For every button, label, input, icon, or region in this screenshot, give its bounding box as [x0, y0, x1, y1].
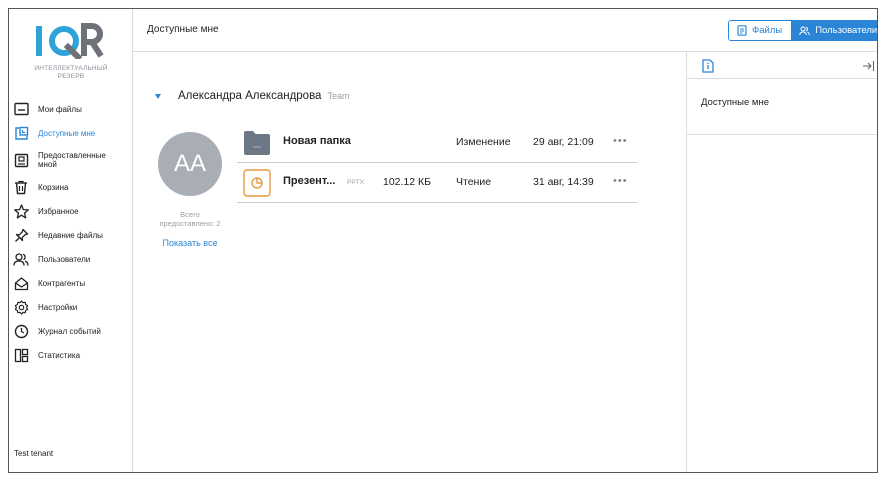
sidebar-item-label: Доступные мне — [38, 128, 96, 138]
sidebar-item-recent[interactable]: Недавние файлы — [9, 223, 133, 247]
sidebar-item-shared-by-me[interactable]: Предоставленные мной — [9, 145, 133, 175]
shared-count-line1: Всего — [180, 210, 200, 219]
main-content: Александра Александрова Team AA Всего пр… — [133, 52, 686, 472]
logo-subtitle-line1: ИНТЕЛЛЕКТУАЛЬНЫЙ — [34, 65, 108, 72]
sidebar-nav: Мои файлы Доступные мне Предоставленные … — [9, 97, 133, 367]
sidebar-item-label: Настройки — [38, 302, 78, 312]
sidebar: ИНТЕЛЛЕКТУАЛЬНЫЙ РЕЗЕРВ Мои файлы Доступ… — [9, 9, 133, 472]
shared-count-label: Всего предоставлено: 2 — [141, 210, 239, 228]
item-rights: Изменение — [456, 136, 511, 148]
sidebar-item-users[interactable]: Пользователи — [9, 247, 133, 271]
users-view-label: Пользователи — [815, 25, 878, 36]
item-date: 31 авг, 14:39 — [533, 176, 594, 188]
collapse-caret-icon[interactable] — [155, 93, 161, 99]
list-item[interactable]: Новая папка Изменение 29 авг, 21:09 ••• — [237, 123, 637, 163]
sidebar-item-my-files[interactable]: Мои файлы — [9, 97, 133, 121]
app-window: ИНТЕЛЛЕКТУАЛЬНЫЙ РЕЗЕРВ Мои файлы Доступ… — [8, 8, 878, 473]
tenant-name: Test tenant — [14, 449, 54, 458]
gear-icon — [13, 299, 29, 315]
more-options-icon[interactable]: ••• — [613, 135, 628, 147]
sidebar-item-label: Корзина — [38, 182, 69, 192]
shared-count-line2: предоставлено: 2 — [159, 219, 221, 228]
star-icon — [13, 203, 29, 219]
sidebar-item-label: Журнал событий — [38, 326, 101, 336]
page-title: Доступные мне — [147, 24, 219, 35]
sidebar-item-shared-with-me[interactable]: Доступные мне — [9, 121, 133, 145]
sidebar-item-label: Недавние файлы — [38, 230, 103, 240]
files-view-label: Файлы — [752, 25, 783, 36]
sidebar-item-label: Мои файлы — [38, 104, 82, 114]
sidebar-item-label: Контрагенты — [38, 278, 86, 288]
sidebar-item-label: Статистика — [38, 350, 81, 360]
logo — [34, 23, 104, 62]
sidebar-item-label: Избранное — [38, 206, 79, 216]
trash-icon — [13, 179, 29, 195]
owner-tag: Team — [327, 91, 350, 101]
document-info-icon[interactable] — [700, 58, 716, 74]
list-item[interactable]: Презент... PPTX 102.12 КБ Чтение 31 авг,… — [237, 163, 637, 203]
sidebar-item-event-log[interactable]: Журнал событий — [9, 319, 133, 343]
logo-subtitle-line2: РЕЗЕРВ — [57, 73, 85, 80]
sidebar-item-favorites[interactable]: Избранное — [9, 199, 133, 223]
file-icon — [737, 25, 747, 36]
details-panel-toolbar — [687, 52, 877, 79]
folder-icon — [13, 101, 29, 117]
contractors-icon — [13, 275, 29, 291]
item-extension: PPTX — [347, 179, 364, 186]
shared-by-me-icon — [13, 152, 29, 168]
view-toggle: Файлы Пользователи — [728, 20, 878, 41]
shared-with-me-icon — [13, 125, 29, 141]
collapse-panel-icon[interactable] — [861, 59, 875, 73]
pin-icon — [13, 227, 29, 243]
details-panel: Доступные мне — [686, 52, 877, 472]
item-date: 29 авг, 21:09 — [533, 136, 594, 148]
folder-icon — [243, 129, 271, 157]
sidebar-item-statistics[interactable]: Статистика — [9, 343, 133, 367]
files-view-button[interactable]: Файлы — [729, 21, 792, 40]
more-options-icon[interactable]: ••• — [613, 175, 628, 187]
sidebar-item-label: Предоставленные мной — [38, 151, 106, 169]
sidebar-item-label: Пользователи — [38, 254, 91, 264]
sidebar-item-trash[interactable]: Корзина — [9, 175, 133, 199]
dashboard-icon — [13, 347, 29, 363]
presentation-file-icon — [243, 169, 271, 197]
show-all-link[interactable]: Показать все — [141, 238, 239, 248]
sidebar-item-contractors[interactable]: Контрагенты — [9, 271, 133, 295]
owner-name: Александра Александрова — [178, 90, 322, 102]
item-rights: Чтение — [456, 176, 492, 188]
owner-avatar: AA — [158, 132, 222, 196]
item-name: Презент... — [283, 175, 336, 187]
clock-icon — [13, 323, 29, 339]
logo-subtitle: ИНТЕЛЛЕКТУАЛЬНЫЙ РЕЗЕРВ — [15, 65, 127, 81]
users-icon — [799, 26, 810, 35]
item-size: 102.12 КБ — [383, 176, 432, 188]
details-panel-section: Доступные мне — [687, 79, 877, 135]
shared-items-list: Новая папка Изменение 29 авг, 21:09 ••• … — [237, 123, 637, 203]
users-icon — [13, 251, 29, 267]
top-bar: Доступные мне Файлы Пользователи TA — [133, 9, 877, 52]
details-panel-title: Доступные мне — [701, 97, 769, 108]
users-view-button[interactable]: Пользователи — [791, 21, 878, 40]
item-name: Новая папка — [283, 135, 351, 147]
owner-group-header: Александра Александрова Team — [155, 90, 349, 102]
sidebar-item-settings[interactable]: Настройки — [9, 295, 133, 319]
